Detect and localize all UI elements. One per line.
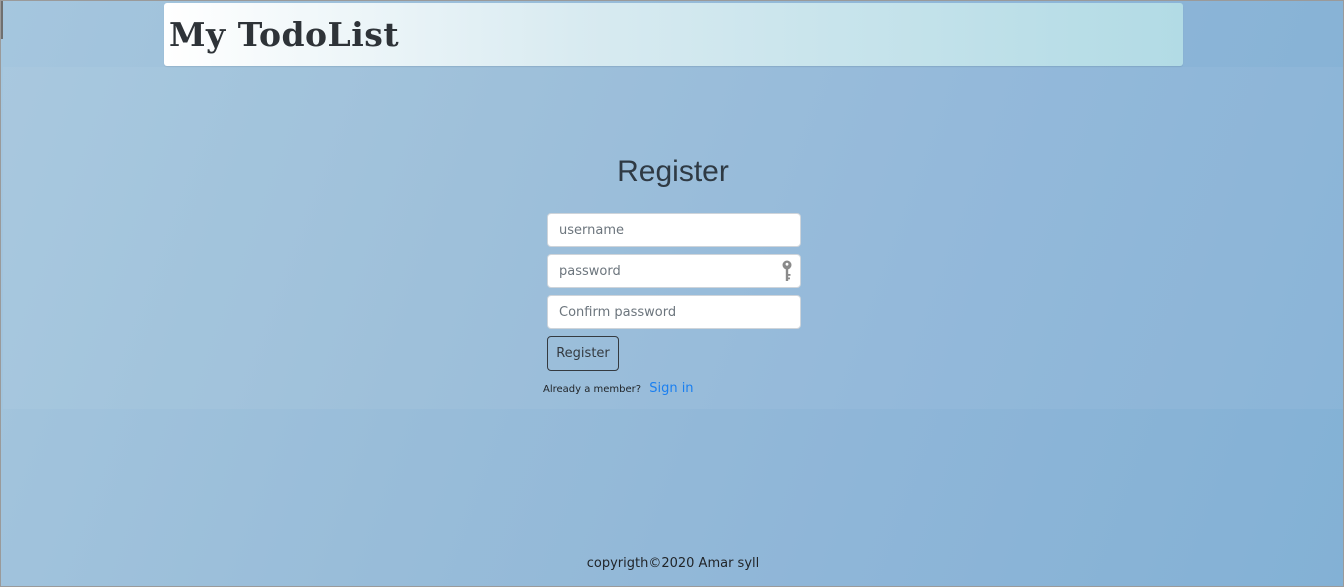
key-icon[interactable]: [780, 260, 794, 282]
page-title: Register: [617, 155, 729, 188]
header-bar: My TodoList: [164, 3, 1183, 66]
member-text: Already a member?: [543, 384, 642, 395]
brand-title[interactable]: My TodoList: [169, 15, 399, 55]
window-edge: [1, 1, 3, 39]
confirm-password-input[interactable]: [547, 295, 801, 329]
password-input[interactable]: [547, 254, 801, 288]
register-button[interactable]: Register: [547, 336, 619, 371]
signin-prompt: Already a member? Sign in: [543, 378, 694, 399]
username-input[interactable]: [547, 213, 801, 247]
sign-in-link[interactable]: Sign in: [649, 381, 693, 396]
footer-copyright: copyrigth©2020 Amar syll: [586, 556, 760, 571]
